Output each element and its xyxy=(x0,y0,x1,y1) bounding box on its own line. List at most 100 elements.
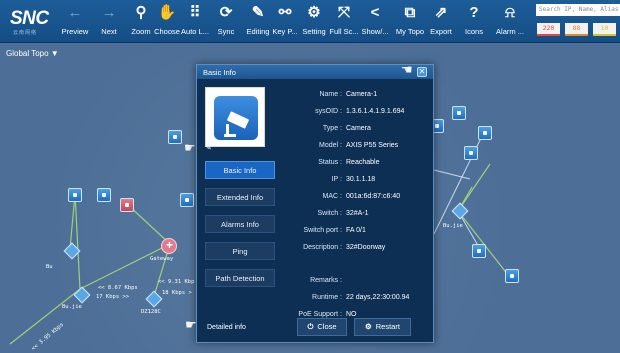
link-line xyxy=(79,243,171,290)
toolbar-button-preview[interactable]: ← Preview xyxy=(60,2,90,42)
global-topo-dropdown[interactable]: Global Topo ▼ xyxy=(6,49,59,58)
toolbar-button-label: Show/... xyxy=(361,27,389,36)
toolbar-button-label: Auto L... xyxy=(181,27,209,36)
device-node[interactable] xyxy=(478,126,492,140)
field-row: Name : Camera-1 xyxy=(279,86,429,103)
toolbar-button-label: Full Sc... xyxy=(329,27,359,36)
alarm-count-minor[interactable]: 10 xyxy=(593,23,616,36)
toolbar-button-icons[interactable]: ? Icons xyxy=(462,2,486,42)
tab-extended-info[interactable]: Extended Info xyxy=(205,188,275,206)
toolbar-button-auto-l[interactable]: ⠿ Auto L... xyxy=(181,2,209,42)
link-rate-label: 17 Kbps >> xyxy=(96,294,130,300)
share-icon: < xyxy=(370,4,380,21)
toolbar-button-show[interactable]: < Show/... xyxy=(360,2,390,42)
fullscreen-icon: ⤧ xyxy=(337,4,350,21)
link-rate-label: << 8.67 Kbps xyxy=(98,285,138,291)
alarm-icon: ⍾ xyxy=(505,4,515,21)
field-row: Switch : 32#A-1 xyxy=(279,205,429,222)
field-value: AXIS P55 Series xyxy=(346,142,399,149)
node-label-gateway: Gateway xyxy=(150,256,174,262)
toolbar-button-key-p[interactable]: ⚯ Key P... xyxy=(271,2,299,42)
device-node[interactable] xyxy=(452,106,466,120)
field-value: Camera xyxy=(346,125,371,132)
field-value: Reachable xyxy=(346,159,380,166)
hand-pointer-icon: ☛ xyxy=(184,140,196,155)
device-node[interactable] xyxy=(505,269,519,283)
gateway-router-node[interactable] xyxy=(161,238,177,254)
toolbar-button-label: Setting xyxy=(302,27,326,36)
help-icon: ? xyxy=(469,4,479,21)
toolbar-button-choose[interactable]: ✋ Choose xyxy=(153,2,181,42)
edit-icon[interactable]: ✎ xyxy=(205,143,212,152)
toolbar: SNC 云南网络 ← Preview → Next ⚲ Zoom ✋ Choose ⠿ Auto … xyxy=(0,0,620,43)
field-label: Name : xyxy=(319,91,342,98)
close-button-label: Close xyxy=(317,322,337,331)
toolbar-button-label: Icons xyxy=(465,27,483,36)
edit-icon: ✎ xyxy=(251,4,265,21)
gear-icon: ⚙ xyxy=(307,4,321,21)
dialog-title: Basic Info xyxy=(203,68,236,77)
field-row: Status : Reachable xyxy=(279,154,429,171)
tab-path-detection[interactable]: Path Detection xyxy=(205,269,275,287)
field-value: FA 0/1 xyxy=(346,227,366,234)
device-node[interactable] xyxy=(472,244,486,258)
field-label: Remarks : xyxy=(310,277,342,284)
device-node[interactable] xyxy=(97,188,111,202)
link-line xyxy=(127,204,171,245)
device-node[interactable] xyxy=(68,188,82,202)
toolbar-button-next[interactable]: → Next xyxy=(97,2,121,42)
field-value: 30.1.1.18 xyxy=(346,176,376,183)
toolbar-button-label: Editing xyxy=(246,27,270,36)
node-label: Bu.jie xyxy=(443,223,463,229)
device-node[interactable] xyxy=(180,193,194,207)
hand-icon: ✋ xyxy=(157,4,177,21)
search-input[interactable]: Search IP, Name, Alias > xyxy=(536,4,620,16)
hand-pointer-icon: ☚ xyxy=(401,62,413,77)
device-node[interactable] xyxy=(464,146,478,160)
toolbar-button-label: Zoom xyxy=(131,27,151,36)
alarm-count-major[interactable]: 88 xyxy=(565,23,588,36)
toolbar-button-alarm[interactable]: ⍾ Alarm ... xyxy=(493,2,527,42)
toolbar-button-zoom[interactable]: ⚲ Zoom xyxy=(128,2,154,42)
detailed-info-link[interactable]: Detailed info xyxy=(207,324,246,331)
device-node[interactable] xyxy=(168,130,182,144)
field-label: Model : xyxy=(319,142,342,149)
toolbar-button-editing[interactable]: ✎ Editing xyxy=(244,2,272,42)
toolbar-button-label: Sync xyxy=(217,27,235,36)
tab-basic-info[interactable]: Basic Info xyxy=(205,161,275,179)
field-value: 32#A-1 xyxy=(346,210,369,217)
link-rate-label: 18 Kbps > xyxy=(162,290,192,296)
toolbar-button-setting[interactable]: ⚙ Setting xyxy=(300,2,328,42)
topology-icon: ⧉ xyxy=(404,4,416,21)
toolbar-button-sync[interactable]: ⟳ Sync xyxy=(214,2,238,42)
info-tabs: Basic Info Extended Info Alarms Info Pin… xyxy=(205,161,275,296)
field-label: MAC : xyxy=(322,193,342,200)
field-row: sysOID : 1.3.6.1.4.1.9.1.694 xyxy=(279,103,429,120)
restart-button[interactable]: ⚙ Restart xyxy=(354,318,411,336)
field-row: Runtime : 22 days,22:30:00.94 xyxy=(279,289,429,306)
toolbar-button-full-sc[interactable]: ⤧ Full Sc... xyxy=(329,2,359,42)
device-node-alarm[interactable] xyxy=(120,198,134,212)
device-fields: Name : Camera-1 sysOID : 1.3.6.1.4.1.9.1.69… xyxy=(279,86,429,323)
field-label: Switch : xyxy=(317,210,342,217)
chevron-down-icon: ▼ xyxy=(50,49,59,58)
field-row: Model : AXIS P55 Series xyxy=(279,137,429,154)
tab-alarms-info[interactable]: Alarms Info xyxy=(205,215,275,233)
alarm-count-critical[interactable]: 220 xyxy=(537,23,560,36)
magnifier-icon: ⚲ xyxy=(135,4,147,21)
arrow-left-icon: ← xyxy=(67,4,83,21)
toolbar-button-export[interactable]: ⇗ Export xyxy=(428,2,454,42)
close-icon[interactable]: ✕ xyxy=(417,67,427,77)
field-label: sysOID : xyxy=(315,108,342,115)
field-row: Description : 32#Doorway xyxy=(279,239,429,256)
close-button[interactable]: ⏻ Close xyxy=(297,318,347,336)
link-line xyxy=(74,193,81,290)
toolbar-button-label: My Topo xyxy=(395,27,425,36)
tab-ping[interactable]: Ping xyxy=(205,242,275,260)
gear-icon: ⚙ xyxy=(365,322,372,331)
toolbar-button-my-topo[interactable]: ⧉ My Topo xyxy=(395,2,425,42)
field-value: 1.3.6.1.4.1.9.1.694 xyxy=(346,108,405,115)
restart-button-label: Restart xyxy=(375,322,400,331)
field-label: IP : xyxy=(331,176,342,183)
dialog-titlebar[interactable]: Basic Info ✕ xyxy=(197,65,433,79)
